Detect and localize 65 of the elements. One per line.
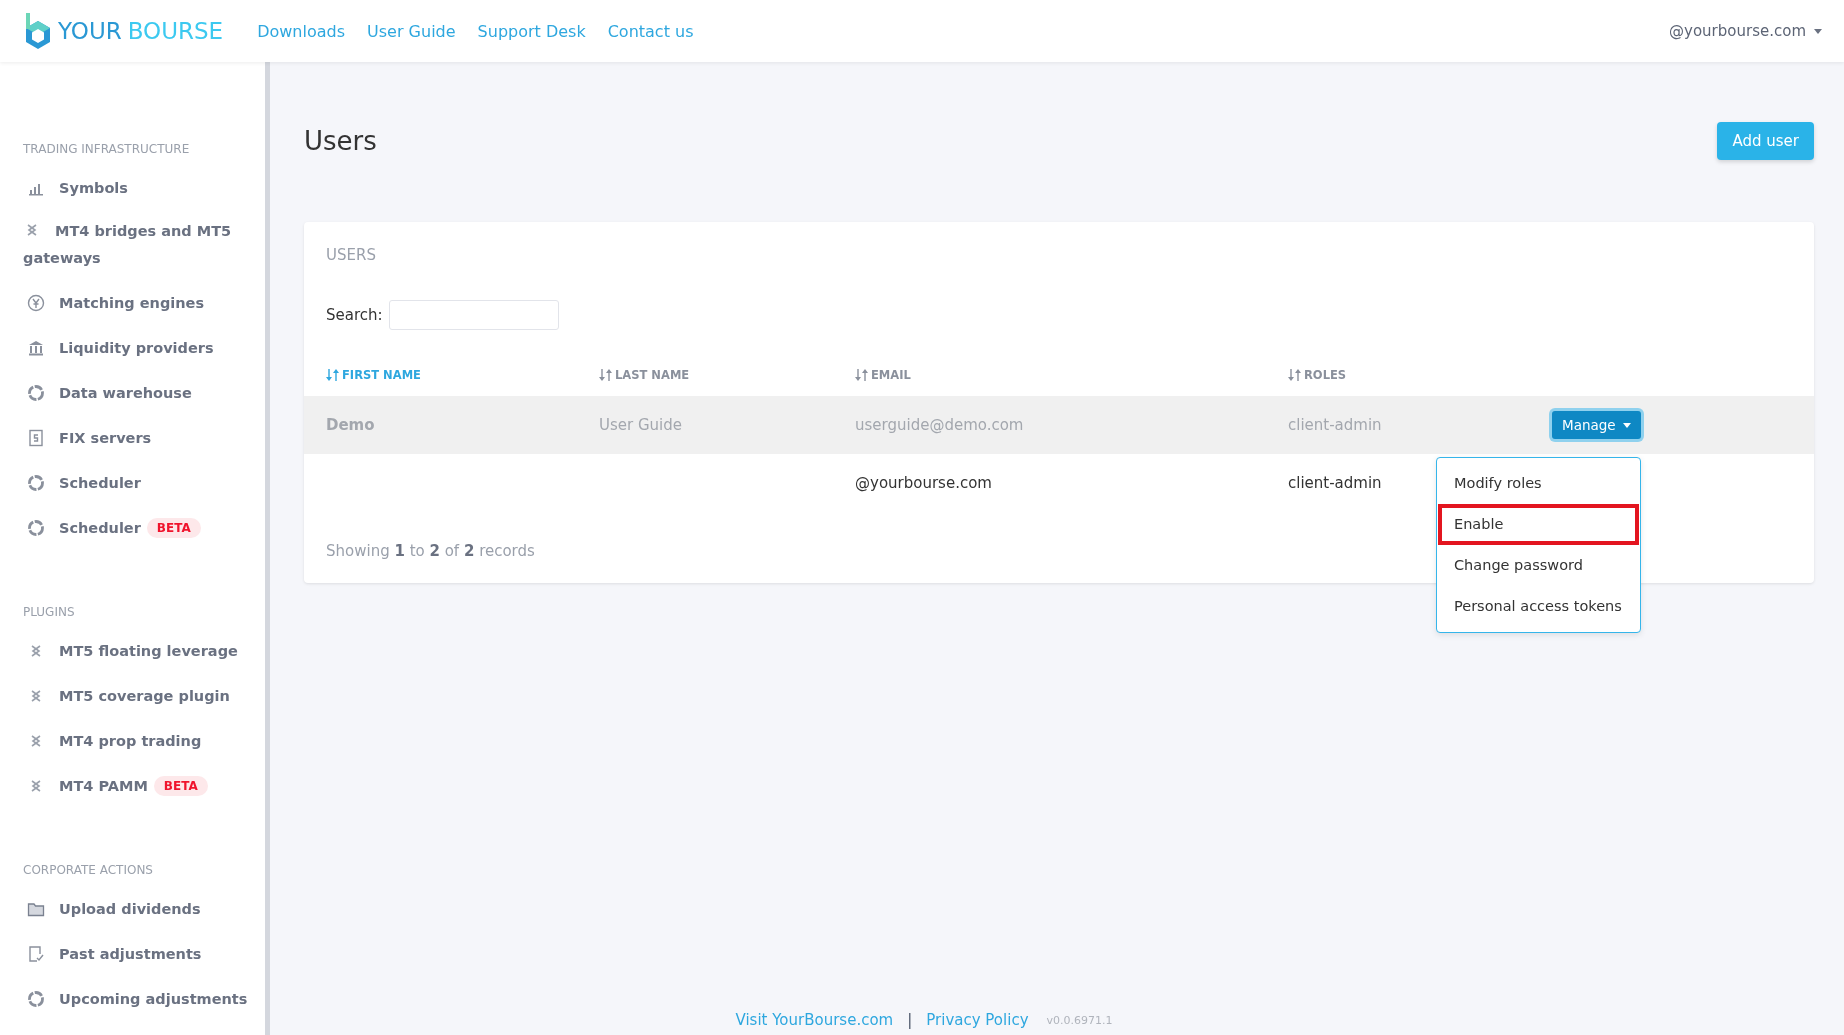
table-cell: client-admin <box>1288 474 1382 492</box>
logo-text: YOUR <box>58 18 122 44</box>
column-header[interactable]: EMAIL <box>833 368 1266 396</box>
menu-item[interactable]: Change password <box>1438 545 1639 586</box>
column-header[interactable]: LAST NAME <box>577 368 833 396</box>
records-summary: Showing 1 to 2 of 2 records <box>326 542 535 560</box>
sidebar-item[interactable]: Liquidity providers <box>0 325 265 370</box>
separator: | <box>907 1011 913 1029</box>
sort-arrows-icon <box>599 369 612 381</box>
column-header[interactable]: FIRST NAME <box>304 368 577 396</box>
account-menu[interactable]: @yourbourse.com <box>1669 22 1822 40</box>
card-title: USERS <box>325 246 377 264</box>
nav-link[interactable]: User Guide <box>367 21 456 41</box>
section-heading: TRADING INFRASTRUCTURE <box>22 142 191 156</box>
sidebar-item[interactable]: Data warehouse <box>0 370 265 415</box>
section-heading: PLUGINS <box>22 605 76 619</box>
table-cell: client-admin <box>1288 416 1382 434</box>
sidebar-item[interactable]: MT4 prop trading <box>0 718 265 763</box>
bank-icon <box>27 338 45 357</box>
nav-link[interactable]: Contact us <box>607 21 694 41</box>
footer-link[interactable]: Visit YourBourse.com <box>735 1011 894 1029</box>
sidebar-item[interactable]: MT4 PAMM BETA <box>0 763 265 808</box>
ring-icon <box>27 518 45 537</box>
table-cell: Demo <box>326 416 375 434</box>
sidebar-item[interactable]: MT5 floating leverage <box>0 628 265 673</box>
sort-arrows-icon <box>1288 369 1301 381</box>
sort-arrows-icon <box>326 369 339 381</box>
menu-item[interactable]: Personal access tokens <box>1438 586 1639 627</box>
nav-link[interactable]: Downloads <box>257 21 346 41</box>
document-check-icon <box>27 944 45 963</box>
yen-coin-icon <box>27 293 45 312</box>
ring-icon <box>27 383 45 402</box>
sidebar-item[interactable]: Scheduler BETA <box>0 505 265 550</box>
ring-icon <box>27 989 45 1008</box>
footer-link[interactable]: Privacy Policy <box>926 1011 1029 1029</box>
sidebar-item[interactable]: Scheduler <box>0 460 265 505</box>
logo-text: BOURSE <box>127 18 224 44</box>
sidebar-item[interactable]: MT4 bridges and MT5 gateways <box>0 210 265 280</box>
hexagon-logo-icon <box>24 13 52 49</box>
ring-icon <box>27 473 45 492</box>
caret-icon <box>1814 28 1822 34</box>
table-cell: @yourbourse.com <box>855 474 992 492</box>
document-icon <box>27 428 45 447</box>
nav-link[interactable]: Support Desk <box>477 21 586 41</box>
sidebar-item[interactable]: Upcoming adjustments <box>0 976 265 1021</box>
column-header[interactable]: ROLES <box>1266 368 1530 396</box>
search-field[interactable] <box>388 300 559 330</box>
section-heading: CORPORATE ACTIONS <box>22 863 154 877</box>
version-text: v0.0.6971.1 <box>1046 1013 1113 1027</box>
beta-badge: BETA <box>146 517 201 538</box>
search-label: Search: <box>326 306 383 324</box>
sort-arrows-icon <box>855 369 868 381</box>
beta-badge: BETA <box>153 775 208 796</box>
menu-item[interactable]: Enable <box>1438 504 1639 545</box>
sidebar-item[interactable]: Symbols <box>0 165 265 210</box>
table-cell: userguide@demo.com <box>855 416 1024 434</box>
table-cell: User Guide <box>599 416 682 434</box>
sidebar-item[interactable]: MT5 coverage plugin <box>0 673 265 718</box>
sidebar-item[interactable]: Matching engines <box>0 280 265 325</box>
sidebar-item[interactable]: FIX servers <box>0 415 265 460</box>
sidebar-item[interactable]: Upload dividends <box>0 886 265 931</box>
caret-icon <box>1622 422 1631 428</box>
sidebar-item[interactable]: Past adjustments <box>0 931 265 976</box>
page-title: Users <box>304 126 377 156</box>
menu-item[interactable]: Modify roles <box>1438 463 1639 504</box>
